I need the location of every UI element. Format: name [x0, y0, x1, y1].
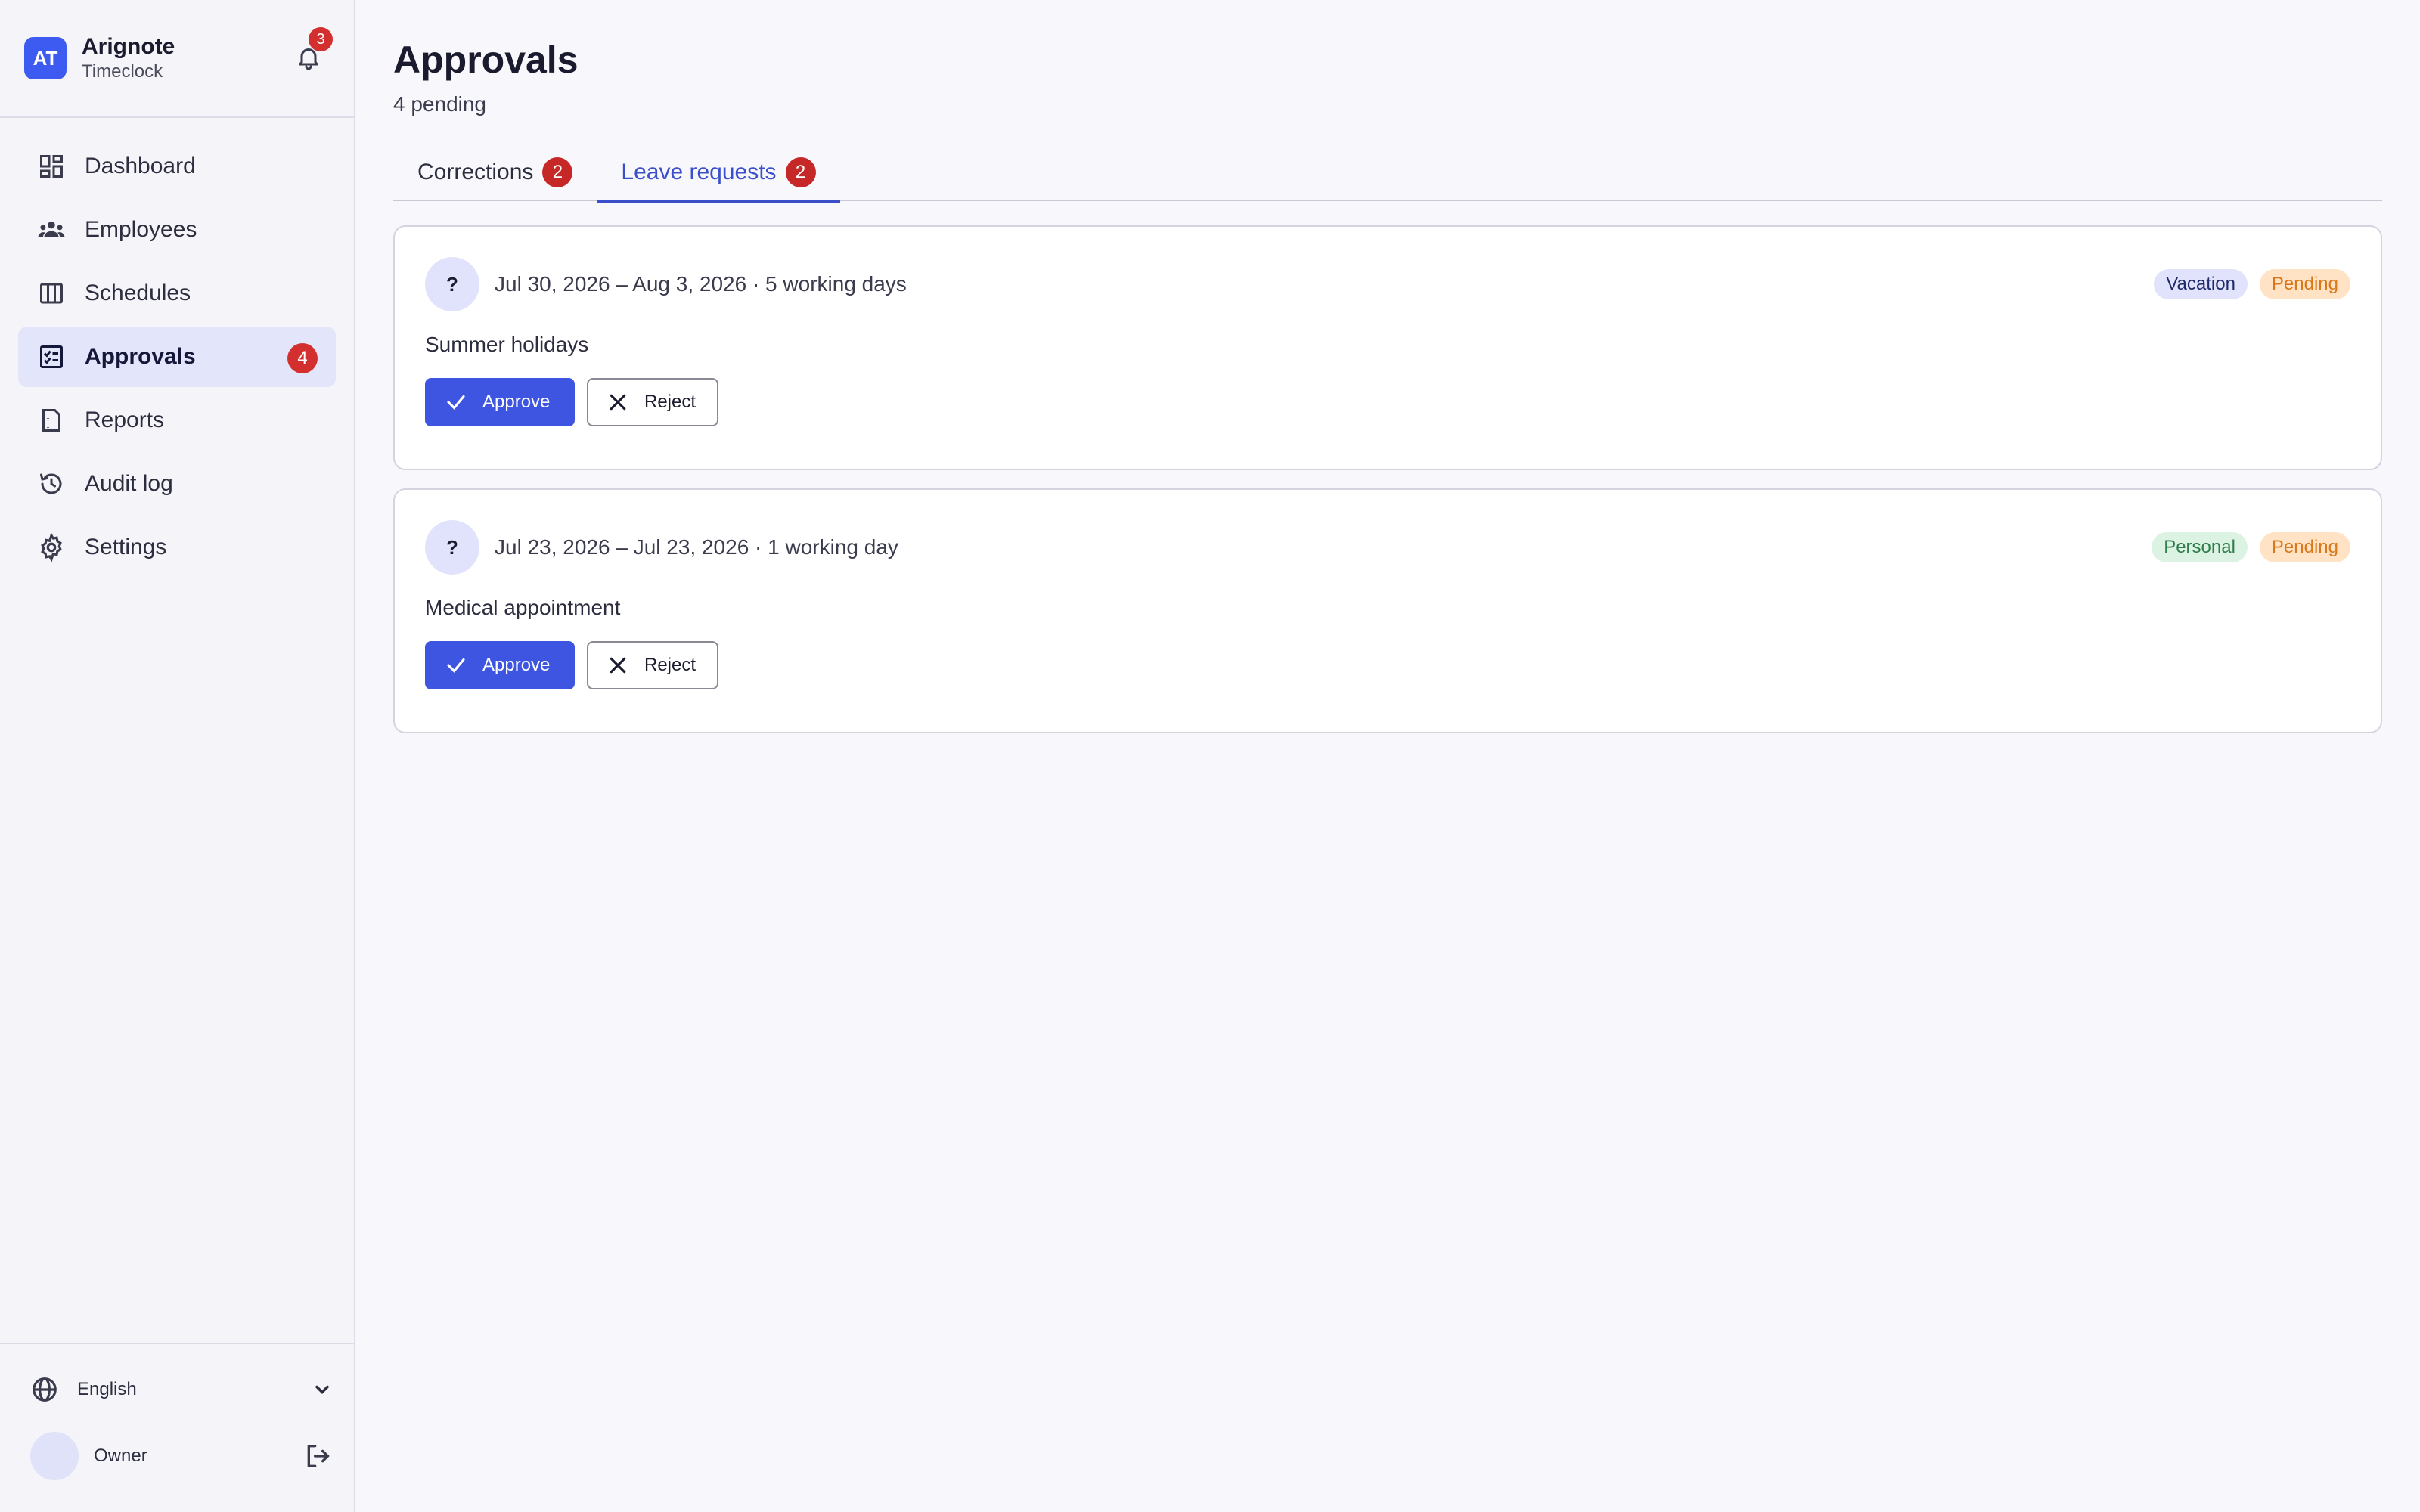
check-icon	[447, 395, 465, 410]
close-icon	[610, 657, 626, 674]
sidebar-item-reports[interactable]: Reports	[18, 390, 336, 451]
approve-label: Approve	[482, 392, 551, 412]
sidebar-footer: English Owner	[0, 1343, 354, 1512]
tab-corrections[interactable]: Corrections 2	[393, 144, 597, 201]
approve-label: Approve	[482, 655, 551, 675]
user-role: Owner	[94, 1445, 147, 1466]
notification-count-badge: 3	[309, 27, 333, 51]
approve-button[interactable]: Approve	[425, 378, 575, 426]
history-icon	[36, 469, 67, 499]
sidebar-item-employees[interactable]: Employees	[18, 200, 336, 260]
card-tags: Vacation Pending	[2154, 269, 2350, 299]
sidebar-item-label: Reports	[85, 407, 165, 432]
status-badge: Pending	[2259, 532, 2350, 562]
card-header: ? Jul 30, 2026 – Aug 3, 2026 · 5 working…	[425, 257, 2350, 311]
leave-request-card: ? Jul 23, 2026 – Jul 23, 2026 · 1 workin…	[393, 488, 2382, 733]
brand-subtitle: Timeclock	[82, 61, 163, 82]
close-icon	[610, 394, 626, 411]
card-actions: Approve Reject	[425, 378, 2350, 426]
calendar-grid-icon	[36, 278, 67, 308]
main-content: Approvals 4 pending Corrections 2 Leave …	[355, 0, 2420, 1512]
approve-button[interactable]: Approve	[425, 641, 575, 689]
sidebar-item-label: Audit log	[85, 471, 173, 496]
sidebar-item-schedules[interactable]: Schedules	[18, 263, 336, 324]
gear-icon	[36, 532, 67, 562]
leave-dates: Jul 30, 2026 – Aug 3, 2026 · 5 working d…	[495, 272, 907, 296]
sidebar-item-audit-log[interactable]: Audit log	[18, 454, 336, 514]
sidebar-item-dashboard[interactable]: Dashboard	[18, 136, 336, 197]
sidebar-item-label: Schedules	[85, 280, 191, 305]
status-badge: Pending	[2259, 269, 2350, 299]
leave-dates: Jul 23, 2026 – Jul 23, 2026 · 1 working …	[495, 535, 898, 559]
language-selector[interactable]: English	[30, 1362, 333, 1417]
tab-label: Leave requests	[621, 160, 777, 184]
tab-count-badge: 2	[542, 157, 573, 187]
globe-icon	[33, 1377, 57, 1402]
tab-count-badge: 2	[785, 157, 816, 187]
employee-avatar: ?	[425, 257, 479, 311]
dashboard-icon	[36, 151, 67, 181]
report-icon	[36, 405, 67, 435]
sidebar-item-label: Settings	[85, 534, 167, 559]
sidebar: AT Arignote Timeclock 3 Dashboard Employ…	[0, 0, 355, 1512]
reject-label: Reject	[644, 655, 697, 675]
sidebar-item-label: Dashboard	[85, 153, 196, 178]
sidebar-item-approvals[interactable]: Approvals 4	[18, 327, 336, 387]
approval-tabs: Corrections 2 Leave requests 2	[393, 144, 2382, 203]
sidebar-item-settings[interactable]: Settings	[18, 517, 336, 578]
brand-text: Arignote Timeclock	[82, 33, 175, 83]
sidebar-item-label: Approvals	[85, 344, 196, 369]
tab-label: Corrections	[417, 160, 534, 184]
check-icon	[447, 658, 465, 673]
brand-header: AT Arignote Timeclock 3	[0, 0, 354, 118]
reject-label: Reject	[644, 392, 697, 412]
reject-button[interactable]: Reject	[587, 378, 718, 426]
chevron-down-icon	[315, 1385, 329, 1394]
card-actions: Approve Reject	[425, 641, 2350, 689]
people-icon	[36, 215, 67, 245]
pending-count: 4 pending	[393, 92, 487, 116]
leave-request-card: ? Jul 30, 2026 – Aug 3, 2026 · 5 working…	[393, 225, 2382, 470]
reject-button[interactable]: Reject	[587, 641, 718, 689]
sidebar-item-label: Employees	[85, 217, 197, 242]
checklist-icon	[36, 342, 67, 372]
approvals-count-badge: 4	[287, 343, 318, 373]
employee-avatar: ?	[425, 520, 479, 575]
card-tags: Personal Pending	[2152, 532, 2350, 562]
avatar	[30, 1432, 79, 1480]
card-header: ? Jul 23, 2026 – Jul 23, 2026 · 1 workin…	[425, 520, 2350, 575]
user-menu: Owner	[30, 1423, 333, 1489]
leave-type-badge: Personal	[2152, 532, 2248, 562]
tab-leave-requests[interactable]: Leave requests 2	[597, 144, 840, 203]
leave-type-badge: Vacation	[2154, 269, 2248, 299]
language-label: English	[77, 1379, 137, 1399]
leave-reason: Summer holidays	[425, 333, 589, 356]
brand-logo: AT	[24, 37, 67, 79]
sidebar-nav: Dashboard Employees Schedules Approvals	[0, 118, 354, 1343]
brand-name: Arignote	[82, 34, 175, 59]
logout-icon[interactable]	[302, 1441, 333, 1471]
leave-reason: Medical appointment	[425, 596, 621, 619]
page-title: Approvals	[393, 39, 579, 81]
